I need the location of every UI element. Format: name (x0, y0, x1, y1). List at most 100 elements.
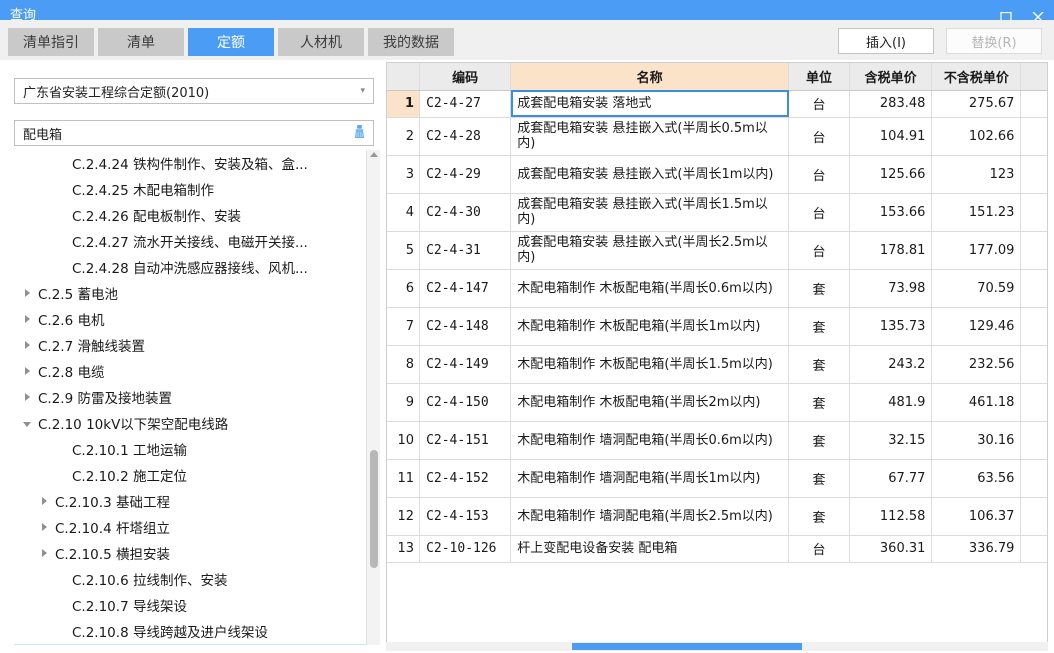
insert-button[interactable]: 插入(I) (838, 28, 934, 54)
cell-unit[interactable]: 台 (788, 90, 850, 118)
maximize-icon[interactable] (990, 2, 1022, 22)
tab-qingdan-zhiyin[interactable]: 清单指引 (8, 28, 94, 56)
tree-item[interactable]: C.2.10 10kV以下架空配电线路 (14, 410, 374, 436)
cell-unit[interactable]: 台 (788, 231, 850, 270)
chevron-right-icon[interactable] (37, 523, 51, 531)
cell-price-taxed[interactable]: 178.81 (849, 231, 933, 270)
category-tree[interactable]: C.2.4.24 铁构件制作、安装及箱、盒... C.2.4.25 木配电箱制作 C… (14, 150, 374, 645)
cell-price-untaxed[interactable]: 461.18 (931, 383, 1022, 422)
cell-price-taxed[interactable]: 32.15 (849, 421, 933, 460)
table-row[interactable]: 1 C2-4-27 成套配电箱安装 落地式台 283.48 275.67 (387, 90, 1047, 118)
tree-item[interactable]: C.2.10.9 杆上变配电设备安装 (14, 644, 374, 645)
cell-code[interactable]: C2-4-152 (419, 459, 512, 498)
cell-code[interactable]: C2-4-147 (419, 269, 512, 308)
cell-unit[interactable]: 套 (788, 459, 850, 498)
chevron-down-icon[interactable] (20, 421, 34, 427)
tree-item[interactable]: C.2.10.7 导线架设 (14, 592, 374, 618)
table-row[interactable]: 3 C2-4-29 成套配电箱安装 悬挂嵌入式(半周长1m以内) 台 125.66 123 (387, 155, 1047, 194)
cell-name[interactable]: 成套配电箱安装 悬挂嵌入式(半周长1.5m以内) (510, 193, 790, 232)
tree-scrollbar-thumb[interactable] (370, 450, 378, 568)
cell-name[interactable]: 成套配电箱安装 落地式 (510, 90, 790, 118)
cell-unit[interactable]: 套 (788, 345, 850, 384)
chevron-right-icon[interactable] (20, 341, 34, 349)
cell-name[interactable]: 成套配电箱安装 悬挂嵌入式(半周长1m以内) (510, 155, 790, 194)
tree-scrollbar[interactable] (366, 150, 380, 645)
tree-item[interactable]: C.2.10.8 导线跨越及进户线架设 (14, 618, 374, 644)
cell-price-untaxed[interactable]: 129.46 (931, 307, 1022, 346)
cell-unit[interactable]: 台 (788, 117, 850, 156)
cell-code[interactable]: C2-4-153 (419, 497, 512, 536)
tree-item[interactable]: C.2.6 电机 (14, 306, 374, 332)
chevron-right-icon[interactable] (37, 497, 51, 505)
tree-item[interactable]: C.2.10.6 拉线制作、安装 (14, 566, 374, 592)
tree-item[interactable]: C.2.7 滑触线装置 (14, 332, 374, 358)
cell-code[interactable]: C2-4-150 (419, 383, 512, 422)
tree-item[interactable]: C.2.10.2 施工定位 (14, 462, 374, 488)
cell-price-untaxed[interactable]: 177.09 (931, 231, 1022, 270)
cell-price-untaxed[interactable]: 70.59 (931, 269, 1022, 308)
chevron-right-icon[interactable] (20, 315, 34, 323)
tab-dinge[interactable]: 定额 (188, 28, 274, 56)
table-row[interactable]: 11 C2-4-152 木配电箱制作 墙洞配电箱(半周长1m以内) 套 67.77 63.… (387, 459, 1047, 498)
tree-item[interactable]: C.2.4.25 木配电箱制作 (14, 176, 374, 202)
table-row[interactable]: 12 C2-4-153 木配电箱制作 墙洞配电箱(半周长2.5m以内) 套 112.58… (387, 497, 1047, 536)
table-row[interactable]: 7 C2-4-148 木配电箱制作 木板配电箱(半周长1m以内) 套 135.73 129… (387, 307, 1047, 346)
cell-code[interactable]: C2-4-148 (419, 307, 512, 346)
cell-unit[interactable]: 套 (788, 269, 850, 308)
cell-price-untaxed[interactable]: 232.56 (931, 345, 1022, 384)
cell-code[interactable]: C2-4-28 (419, 117, 512, 156)
cell-price-untaxed[interactable]: 63.56 (931, 459, 1022, 498)
cell-name[interactable]: 木配电箱制作 木板配电箱(半周长2m以内) (510, 383, 790, 422)
broom-icon[interactable] (352, 124, 367, 143)
library-select[interactable]: 广东省安装工程综合定额(2010) ▾ (14, 78, 374, 104)
tree-item[interactable]: C.2.5 蓄电池 (14, 280, 374, 306)
cell-code[interactable]: C2-4-30 (419, 193, 512, 232)
col-header-code[interactable]: 编码 (419, 63, 512, 91)
cell-name[interactable]: 木配电箱制作 木板配电箱(半周长1m以内) (510, 307, 790, 346)
cell-price-taxed[interactable]: 135.73 (849, 307, 933, 346)
table-row[interactable]: 10 C2-4-151 木配电箱制作 墙洞配电箱(半周长0.6m以内) 套 32.15 3… (387, 421, 1047, 460)
cell-price-untaxed[interactable]: 106.37 (931, 497, 1022, 536)
cell-price-taxed[interactable]: 73.98 (849, 269, 933, 308)
close-icon[interactable] (1022, 2, 1054, 22)
scroll-up-icon[interactable] (370, 152, 378, 157)
cell-unit[interactable]: 套 (788, 497, 850, 536)
table-row[interactable]: 8 C2-4-149 木配电箱制作 木板配电箱(半周长1.5m以内) 套 243.2 23… (387, 345, 1047, 384)
cell-name[interactable]: 木配电箱制作 墙洞配电箱(半周长0.6m以内) (510, 421, 790, 460)
cell-price-taxed[interactable]: 283.48 (849, 90, 933, 118)
cell-name[interactable]: 成套配电箱安装 悬挂嵌入式(半周长2.5m以内) (510, 231, 790, 270)
cell-price-untaxed[interactable]: 123 (931, 155, 1022, 194)
tree-item[interactable]: C.2.10.1 工地运输 (14, 436, 374, 462)
tab-rencaiji[interactable]: 人材机 (278, 28, 364, 56)
cell-code[interactable]: C2-4-29 (419, 155, 512, 194)
table-row[interactable]: 4 C2-4-30 成套配电箱安装 悬挂嵌入式(半周长1.5m以内) 台 153.66 1… (387, 193, 1047, 232)
cell-code[interactable]: C2-4-31 (419, 231, 512, 270)
cell-name[interactable]: 木配电箱制作 木板配电箱(半周长0.6m以内) (510, 269, 790, 308)
col-header-unit[interactable]: 单位 (788, 63, 850, 91)
tree-item[interactable]: C.2.10.4 杆塔组立 (14, 514, 374, 540)
cell-price-taxed[interactable]: 125.66 (849, 155, 933, 194)
chevron-right-icon[interactable] (20, 393, 34, 401)
cell-unit[interactable]: 套 (788, 421, 850, 460)
cell-price-untaxed[interactable]: 151.23 (931, 193, 1022, 232)
cell-price-taxed[interactable]: 67.77 (849, 459, 933, 498)
horizontal-scrollbar[interactable] (386, 642, 1048, 651)
cell-unit[interactable]: 套 (788, 307, 850, 346)
cell-name[interactable]: 木配电箱制作 墙洞配电箱(半周长1m以内) (510, 459, 790, 498)
cell-code[interactable]: C2-4-151 (419, 421, 512, 460)
table-row[interactable]: 2 C2-4-28 成套配电箱安装 悬挂嵌入式(半周长0.5m以内) 台 104.91 1… (387, 117, 1047, 156)
cell-code[interactable]: C2-4-27 (419, 90, 512, 118)
cell-unit[interactable]: 台 (788, 193, 850, 232)
cell-price-untaxed[interactable]: 30.16 (931, 421, 1022, 460)
tree-item[interactable]: C.2.10.3 基础工程 (14, 488, 374, 514)
cell-price-untaxed[interactable]: 275.67 (931, 90, 1022, 118)
cell-unit[interactable]: 台 (788, 155, 850, 194)
col-header-name[interactable]: 名称 (510, 63, 790, 91)
tree-item[interactable]: C.2.4.24 铁构件制作、安装及箱、盒... (14, 150, 374, 176)
tab-qingdan[interactable]: 清单 (98, 28, 184, 56)
tab-my-data[interactable]: 我的数据 (368, 28, 454, 56)
col-header-price-taxed[interactable]: 含税单价 (849, 63, 933, 91)
chevron-right-icon[interactable] (20, 289, 34, 297)
cell-unit[interactable]: 套 (788, 383, 850, 422)
cell-price-taxed[interactable]: 112.58 (849, 497, 933, 536)
